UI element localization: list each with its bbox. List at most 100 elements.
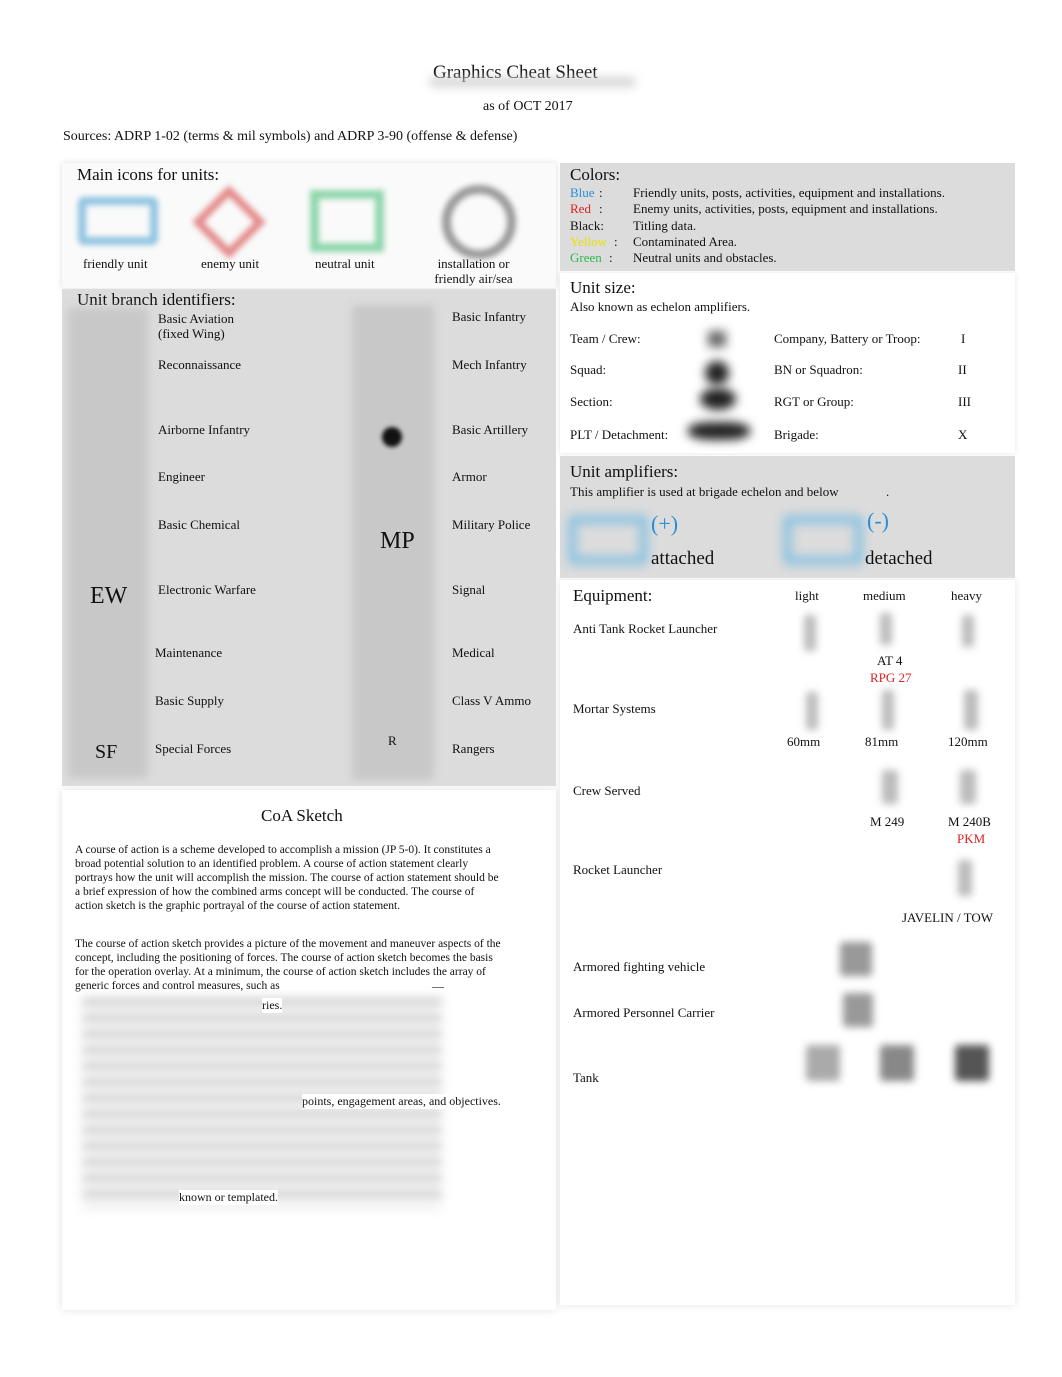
branch-class-v-ammo: Class V Ammo <box>452 693 531 708</box>
tank-medium-icon <box>880 1045 914 1081</box>
amplifiers-dot: . <box>886 484 890 499</box>
row-rocket-launcher: Rocket Launcher <box>573 862 663 877</box>
branch-reconnaissance: Reconnaissance <box>158 357 242 372</box>
tank-light-icon <box>806 1045 840 1081</box>
attached-unit-icon <box>568 515 648 565</box>
unit-size-label: Section: <box>570 394 613 409</box>
pkm-label: PKM <box>957 831 986 846</box>
echelon-symbol: I <box>961 331 966 346</box>
branch-airborne-infantry: Airborne Infantry <box>158 422 251 437</box>
branch-engineer: Engineer <box>158 469 205 484</box>
afv-icon <box>840 942 872 976</box>
neutral-unit-icon <box>310 190 384 252</box>
color-desc: Friendly units, posts, activities, equip… <box>633 185 945 200</box>
row-anti-tank: Anti Tank Rocket Launcher <box>573 621 718 636</box>
branch-electronic-warfare: Electronic Warfare <box>158 582 256 597</box>
coa-heading: CoA Sketch <box>261 806 343 825</box>
color-sep: : <box>599 201 603 217</box>
branch-left-symbol-column <box>68 308 148 778</box>
color-name: Black: <box>570 217 604 233</box>
equipment-panel <box>560 580 1015 1305</box>
col-heavy: heavy <box>951 588 983 603</box>
crew-medium-icon <box>882 770 898 804</box>
at4-label: AT 4 <box>877 653 903 668</box>
at-medium-icon <box>880 613 892 645</box>
crew-heavy-icon <box>960 770 976 804</box>
attached-symbol: (+) <box>651 511 679 536</box>
unit-size-label: Squad: <box>570 362 607 377</box>
amplifiers-heading: Unit amplifiers: <box>570 462 679 481</box>
detached-symbol: (-) <box>867 508 889 533</box>
rangers-symbol: R <box>388 733 397 748</box>
mortar-60-label: 60mm <box>787 734 821 749</box>
row-crew-served: Crew Served <box>573 783 641 798</box>
friendly-unit-label: friendly unit <box>83 256 148 271</box>
color-name: Yellow <box>570 233 607 249</box>
squad-icon <box>705 361 729 385</box>
main-icons-heading: Main icons for units: <box>77 165 220 184</box>
title-underline <box>430 78 635 86</box>
attached-label: attached <box>651 548 715 569</box>
amplifiers-subheading: This amplifier is used at brigade echelo… <box>570 484 839 499</box>
coa-paragraph-1: A course of action is a scheme developed… <box>75 844 499 912</box>
at-heavy-icon <box>962 615 974 647</box>
page-subtitle: as of OCT 2017 <box>483 99 573 114</box>
color-sep: : <box>599 185 603 200</box>
cheat-sheet-page: Graphics Cheat Sheet as of OCT 2017 Sour… <box>0 0 1062 1377</box>
team-crew-icon <box>708 331 726 347</box>
color-sep: : <box>614 233 618 249</box>
javelin-tow-label: JAVELIN / TOW <box>902 910 993 925</box>
echelon-symbol: X <box>958 427 968 442</box>
color-desc: Contaminated Area. <box>633 233 737 249</box>
branch-basic-infantry: Basic Infantry <box>452 309 527 324</box>
rocket-launcher-icon <box>958 860 972 896</box>
sources: Sources: ADRP 1-02 (terms & mil symbols)… <box>63 129 518 144</box>
tank-heavy-icon <box>955 1045 989 1081</box>
unit-size-label: Company, Battery or Troop: <box>774 331 921 346</box>
branch-maintenance: Maintenance <box>155 645 223 660</box>
mp-symbol: MP <box>380 528 415 554</box>
branch-military-police: Military Police <box>452 517 531 532</box>
coa-fragment-2: points, engagement areas, and objectives… <box>302 1094 501 1109</box>
unit-size-label: Team / Crew: <box>570 331 641 346</box>
branch-mech-infantry: Mech Infantry <box>452 357 527 372</box>
sf-symbol: SF <box>95 741 118 763</box>
installation-label: installation or friendly air/sea <box>434 256 513 286</box>
branch-rangers: Rangers <box>452 741 495 756</box>
rpg27-label: RPG 27 <box>870 670 912 685</box>
artillery-dot-icon <box>382 427 402 447</box>
color-desc: Enemy units, activities, posts, equipmen… <box>633 201 938 217</box>
ew-symbol: EW <box>90 583 128 609</box>
row-tank: Tank <box>573 1070 599 1085</box>
color-desc: Titling data. <box>633 217 697 233</box>
m249-label: M 249 <box>870 814 905 829</box>
unit-size-heading: Unit size: <box>570 278 636 297</box>
coa-fragment-3: known or templated. <box>179 1190 278 1205</box>
coa-dash: — <box>432 979 444 993</box>
unit-size-subheading: Also known as echelon amplifiers. <box>570 299 751 314</box>
color-name: Blue <box>570 185 595 200</box>
branch-medical: Medical <box>452 645 495 660</box>
branch-signal: Signal <box>452 582 486 597</box>
platoon-icon <box>688 422 750 440</box>
branch-armor: Armor <box>452 469 487 484</box>
coa-fragment-1: ries. <box>262 998 283 1013</box>
branch-basic-artillery: Basic Artillery <box>452 422 529 437</box>
apc-icon <box>843 993 873 1027</box>
branch-basic-chemical: Basic Chemical <box>158 517 240 532</box>
col-light: light <box>795 588 819 603</box>
col-medium: medium <box>863 588 906 603</box>
installation-icon <box>442 185 516 259</box>
m240b-label: M 240B <box>948 814 991 829</box>
detached-unit-icon <box>783 515 863 565</box>
section-icon <box>700 388 736 410</box>
at-light-icon <box>804 615 816 651</box>
detached-label: detached <box>865 548 933 569</box>
color-name: Red <box>570 201 591 217</box>
echelon-symbol: II <box>958 362 967 377</box>
row-mortar: Mortar Systems <box>573 701 656 716</box>
equipment-heading: Equipment: <box>573 586 653 605</box>
mortar-120-label: 120mm <box>948 734 988 749</box>
mortar-81-label: 81mm <box>865 734 899 749</box>
branch-heading: Unit branch identifiers: <box>77 290 236 309</box>
